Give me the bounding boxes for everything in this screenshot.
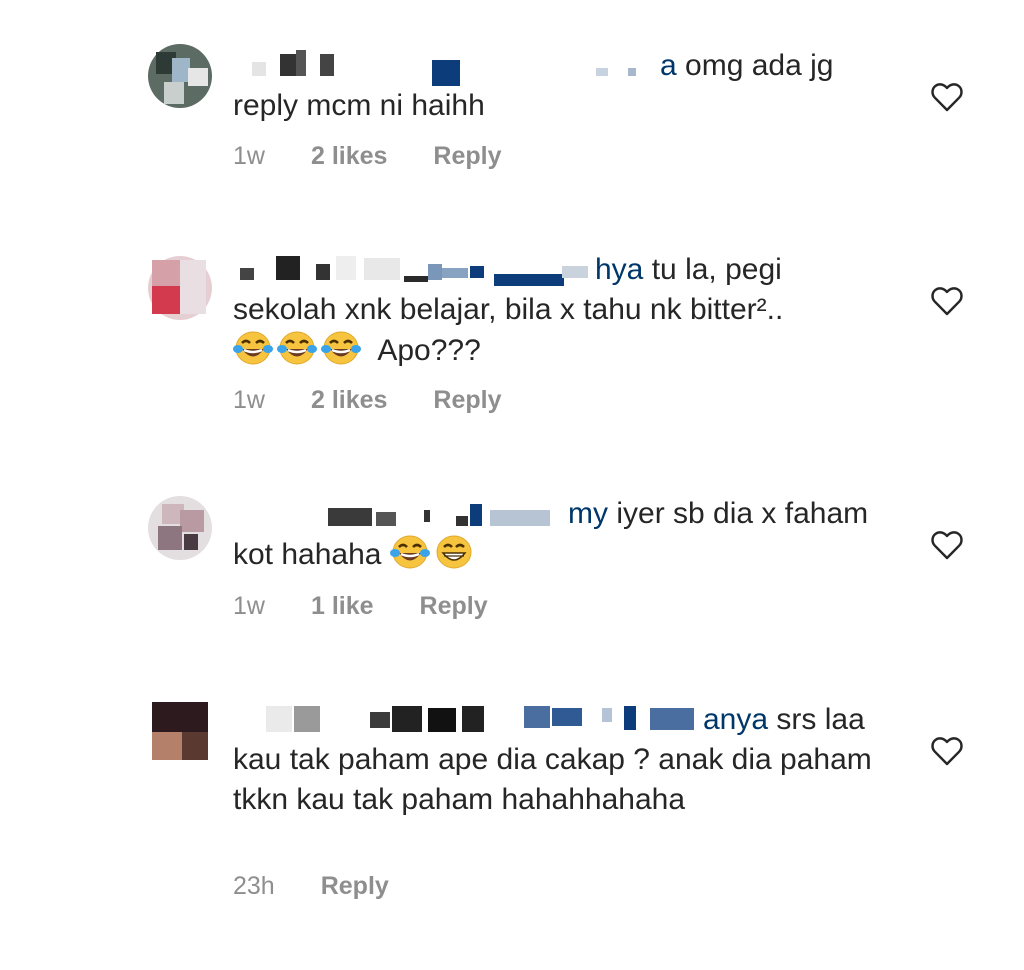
tears-of-joy-emoji-icon (389, 535, 430, 569)
reply-button[interactable]: Reply (420, 592, 488, 621)
heart-icon[interactable] (930, 82, 964, 112)
comment-time: 23h (233, 872, 275, 900)
comment-text: tu la, pegi sekolah xnk belajar, bila x … (233, 253, 784, 326)
avatar[interactable] (148, 44, 212, 108)
avatar[interactable] (148, 256, 212, 320)
reply-button[interactable]: Reply (433, 142, 501, 171)
tears-of-joy-emoji-icon (321, 331, 361, 365)
avatar[interactable] (148, 702, 212, 766)
reply-button[interactable]: Reply (321, 872, 389, 901)
heart-icon[interactable] (930, 286, 964, 316)
heart-icon[interactable] (930, 736, 964, 766)
comment-text-line2: Apo??? (377, 334, 481, 367)
comment-meta: 1w 2 likes Reply (233, 386, 502, 415)
avatar[interactable] (148, 496, 212, 560)
mention-link[interactable]: my (568, 497, 608, 530)
comment-text: omg ada jg reply mcm ni haihh (233, 49, 834, 122)
mention-link[interactable]: hya (595, 253, 643, 286)
reply-button[interactable]: Reply (433, 386, 501, 415)
comment-text: iyer sb dia x faham kot hahaha (233, 497, 869, 571)
tears-of-joy-emoji-icon (277, 331, 317, 365)
comment-time: 1w (233, 142, 265, 170)
mention-link[interactable]: a (660, 49, 677, 82)
comment-text: srs laa kau tak paham ape dia cakap ? an… (233, 703, 872, 816)
comment-time: 1w (233, 592, 265, 620)
tears-of-joy-emoji-icon (233, 331, 273, 365)
comment-meta: 23h Reply (233, 872, 389, 901)
likes-count[interactable]: 1 like (311, 592, 374, 621)
comment-time: 1w (233, 386, 265, 414)
heart-icon[interactable] (930, 530, 964, 560)
comment-meta: 1w 2 likes Reply (233, 142, 502, 171)
comment-meta: 1w 1 like Reply (233, 592, 488, 621)
likes-count[interactable]: 2 likes (311, 386, 387, 415)
grinning-emoji-icon (436, 535, 472, 569)
mention-link[interactable]: anya (703, 703, 768, 736)
likes-count[interactable]: 2 likes (311, 142, 387, 171)
